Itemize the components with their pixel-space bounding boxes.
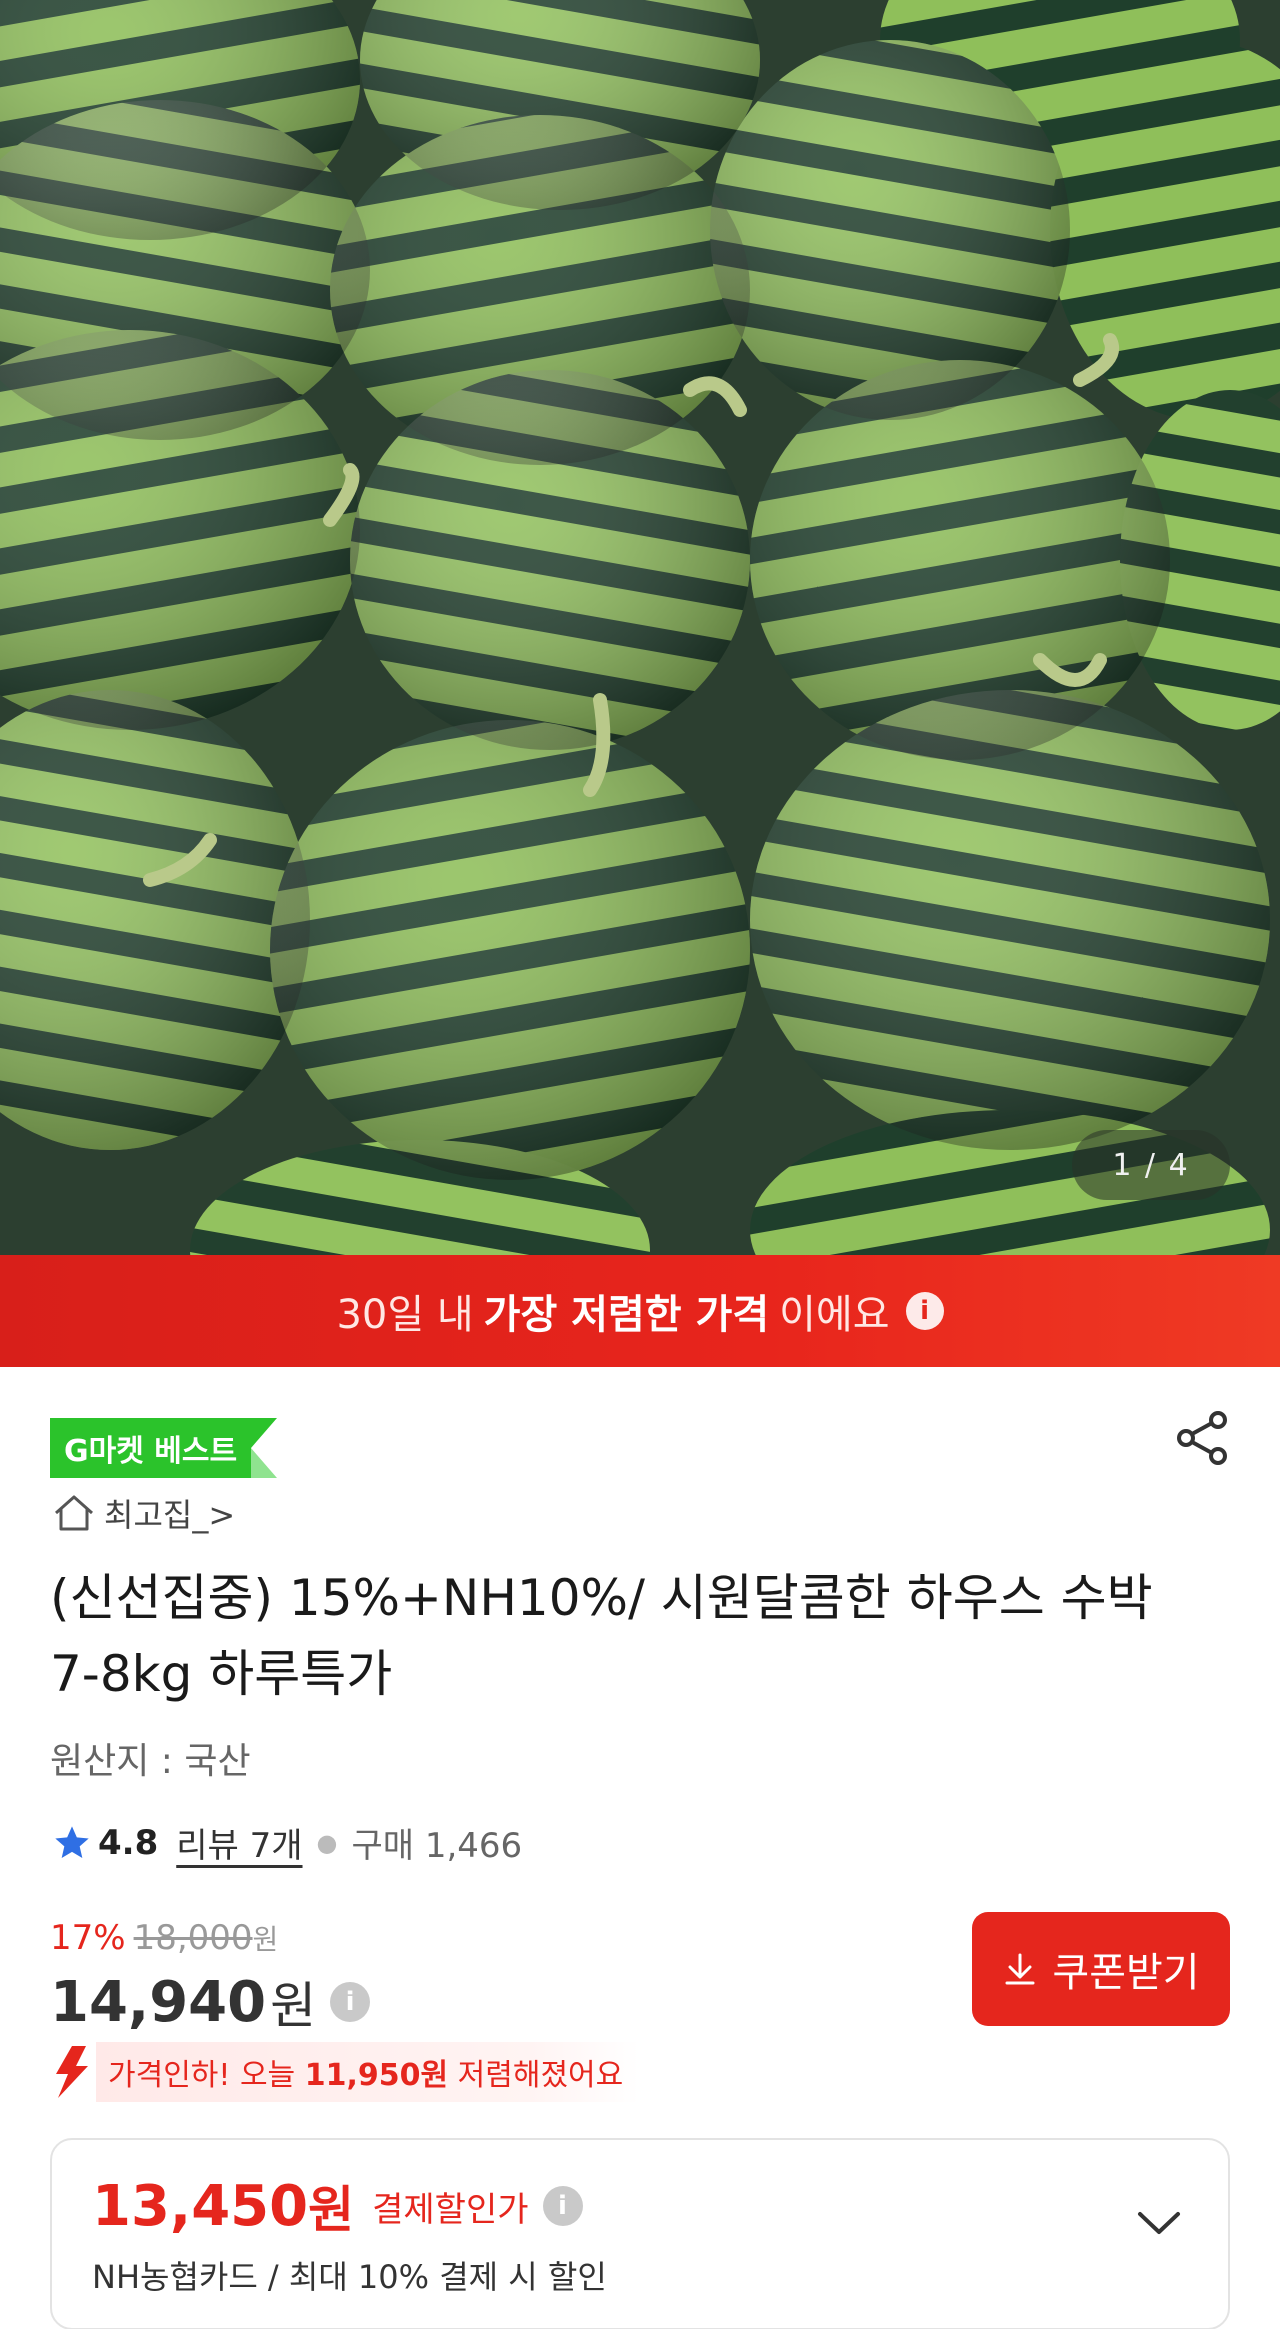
- star-icon: [55, 1825, 89, 1858]
- original-price: 18,000: [133, 1918, 253, 1958]
- store-name: 최고집_>: [104, 1496, 236, 1534]
- lowest-price-banner[interactable]: 30일 내 가장 저렴한 가격 이에요 i: [0, 1255, 1280, 1367]
- home-icon: [55, 1495, 93, 1531]
- image-pager: 1 / 4: [1072, 1130, 1230, 1200]
- current-price: 14,940: [50, 1969, 267, 2035]
- discount-percent: 17%: [50, 1918, 126, 1958]
- badge-label: G마켓 베스트: [50, 1418, 252, 1478]
- banner-text-bold: 가장 저렴한 가격: [483, 1292, 770, 1338]
- gmarket-best-badge: G마켓 베스트: [50, 1418, 278, 1478]
- down-arrow-icon: [56, 2046, 88, 2098]
- price-row: 14,940 원 i: [50, 1966, 371, 2038]
- discount-row: 17% 18,000 원: [50, 1918, 278, 1958]
- payment-card-description: NH농협카드 / 최대 10% 결제 시 할인: [92, 2258, 607, 2296]
- purchase-count: 구매 1,466: [351, 1826, 523, 1866]
- coupon-download-button[interactable]: 쿠폰받기: [972, 1912, 1230, 2026]
- info-icon[interactable]: i: [905, 1292, 944, 1330]
- original-price-unit: 원: [252, 1923, 279, 1956]
- drop-text-pre: 가격인하! 오늘: [108, 2058, 296, 2093]
- product-image-carousel[interactable]: 1 / 4: [0, 0, 1280, 1255]
- badge-tail: [251, 1418, 278, 1478]
- rating-row: 4.8 리뷰 7개 ● 구매 1,466: [52, 1818, 522, 1867]
- payment-info-icon[interactable]: i: [542, 2186, 583, 2226]
- payment-price-unit: 원: [308, 2181, 355, 2239]
- separator-dot: ●: [316, 1828, 338, 1857]
- review-link[interactable]: 리뷰 7개: [176, 1818, 302, 1867]
- download-icon: [1005, 1953, 1035, 1985]
- product-origin: 원산지 : 국산: [50, 1741, 251, 1782]
- rating-score: 4.8: [98, 1822, 159, 1863]
- coupon-button-label: 쿠폰받기: [1052, 1951, 1200, 1995]
- banner-text-pre: 30일 내: [336, 1292, 474, 1338]
- payment-discount-card[interactable]: 13,450 원 결제할인가 i NH농협카드 / 최대 10% 결제 시 할인: [50, 2138, 1230, 2329]
- store-link[interactable]: 최고집_>: [52, 1490, 235, 1536]
- chevron-down-icon[interactable]: [1136, 2200, 1182, 2246]
- payment-price-label: 결제할인가: [372, 2189, 529, 2230]
- price-drop-notice: 가격인하! 오늘 11,950원 저렴해졌어요: [48, 2042, 640, 2102]
- share-icon[interactable]: [1172, 1408, 1232, 1468]
- price-info-icon[interactable]: i: [330, 1982, 371, 2022]
- drop-text-post: 저렴해졌어요: [457, 2058, 624, 2093]
- watermelon-photo: [0, 0, 1280, 1255]
- banner-text-post: 이에요: [779, 1292, 890, 1338]
- payment-price: 13,450: [92, 2173, 309, 2239]
- current-price-unit: 원: [270, 1977, 317, 2035]
- drop-amount: 11,950원: [304, 2058, 449, 2093]
- product-title: (신선집중) 15%+NH10%/ 시원달콤한 하우스 수박 7-8kg 하루특…: [50, 1569, 1153, 1703]
